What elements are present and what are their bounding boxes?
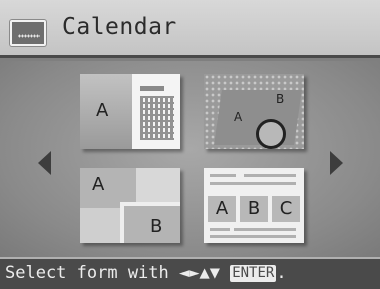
layout-option-1[interactable]: A [80,74,180,149]
header: Calendar [0,0,380,58]
photo-slot-right [136,168,180,202]
calendar-icon [10,20,46,46]
instruction-end: . [276,263,287,283]
arrow-right-icon[interactable] [330,151,343,175]
layout-option-3[interactable]: A B [80,168,180,243]
layout-option-2[interactable]: A B [204,74,304,149]
arrow-left-icon[interactable] [38,151,51,175]
calendar-header [140,86,164,91]
photo-slot-mid [80,208,120,243]
photo-slot-b: B [120,202,180,243]
status-bar: Select form with ◄►▲▼ ENTER. [0,257,380,289]
arrow-keys-icon: ◄►▲▼ [179,263,231,283]
layout-selector: A A B A B A B C [0,61,380,257]
photo-slot-a: A [80,74,132,149]
photo-slot-b: B [276,92,285,106]
layout-option-4[interactable]: A B C [204,168,304,243]
photo-slot-c: C [272,196,300,222]
page-title: Calendar [62,14,177,40]
photo-slot-b: B [240,196,268,222]
instruction-text: Select form with [5,263,179,283]
enter-key-badge: ENTER [230,265,277,282]
photo-slot-a: A [208,196,236,222]
clock-circle [256,119,286,149]
photo-slot-a: A [234,110,243,124]
calendar-grid [140,96,174,140]
